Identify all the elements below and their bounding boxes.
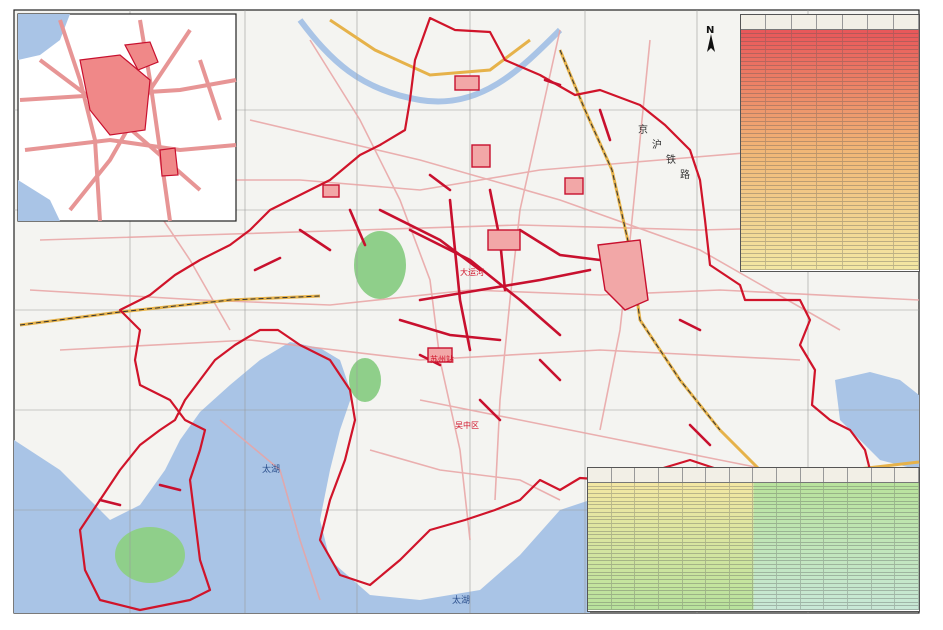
district-label-south: 苏州站 xyxy=(430,354,454,364)
railway-label-char-2: 沪 xyxy=(652,138,662,151)
table-row xyxy=(588,606,919,610)
north-label: N xyxy=(706,25,714,36)
lake-label-main: 太湖 xyxy=(262,463,280,475)
table-row xyxy=(741,266,919,270)
park-west xyxy=(354,231,406,299)
railway-label-char-4: 路 xyxy=(680,168,690,181)
street-table-lower-body xyxy=(588,483,919,610)
street-table-upper xyxy=(740,14,920,272)
street-table-upper-header xyxy=(741,15,919,30)
railway-label-char-1: 京 xyxy=(638,123,648,136)
street-table-upper-body xyxy=(741,30,919,270)
street-table-lower-header xyxy=(588,468,919,483)
street-table-lower xyxy=(587,467,920,612)
inset-map[interactable] xyxy=(17,13,237,222)
inset-zone-3 xyxy=(159,147,179,177)
park-south-island xyxy=(115,527,185,583)
district-label-center: 大运河 xyxy=(460,267,484,277)
district-label-wuzhong: 吴中区 xyxy=(455,420,479,430)
railway-label-char-3: 铁 xyxy=(666,153,676,166)
lake-label-south: 太湖 xyxy=(452,594,470,606)
park-lake-east xyxy=(349,358,381,402)
